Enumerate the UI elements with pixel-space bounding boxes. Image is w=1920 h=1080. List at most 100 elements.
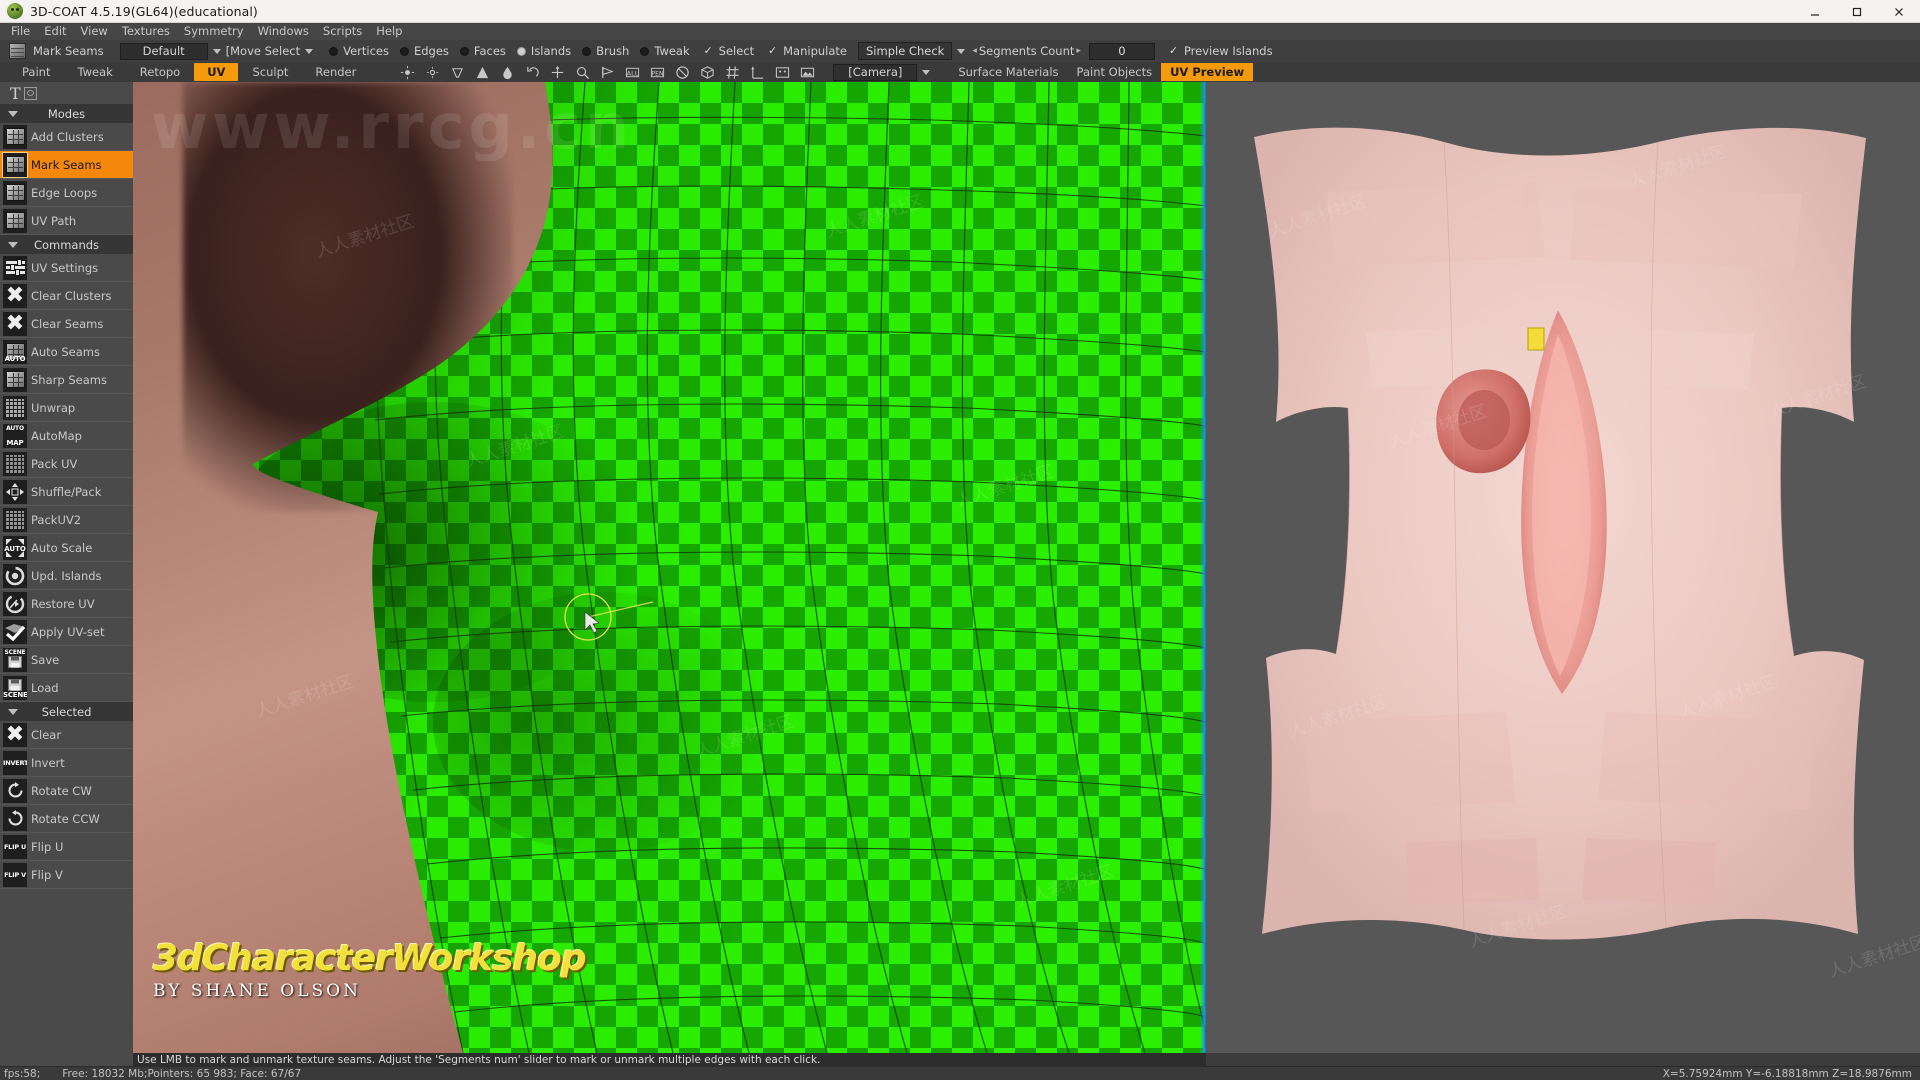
menu-item-file[interactable]: File [4, 23, 37, 40]
sidebar-item-label: Mark Seams [31, 157, 102, 172]
sidebar-item-edge-loops[interactable]: Edge Loops [0, 179, 133, 207]
checkbox-select[interactable]: ✓ Select [703, 44, 755, 58]
sidebar-item-rotate-cw[interactable]: Rotate CW [0, 777, 133, 805]
radio-icon [459, 46, 469, 56]
room-tab-paint[interactable]: Paint [9, 63, 63, 81]
preset-combo[interactable]: Default [119, 42, 208, 60]
menu-item-edit[interactable]: Edit [37, 23, 73, 40]
screen-icon[interactable] [775, 65, 790, 80]
mode-vertices[interactable]: Vertices [329, 44, 389, 58]
check-icon: ✓ [768, 43, 778, 57]
sidebar-item-uv-path[interactable]: UV Path [0, 207, 133, 235]
room-tab-sculpt[interactable]: Sculpt [239, 63, 301, 81]
sidebar-section-selected[interactable]: Selected [0, 702, 133, 721]
slider-left-arrow-icon[interactable]: ◂ [972, 46, 977, 56]
sidebar-item-rotate-ccw[interactable]: Rotate CCW [0, 805, 133, 833]
slider-right-arrow-icon[interactable]: ▸ [1076, 46, 1081, 56]
menu-item-textures[interactable]: Textures [115, 23, 177, 40]
chevron-down-icon[interactable] [957, 48, 966, 54]
checkbox-preview-islands[interactable]: ✓ Preview Islands [1168, 44, 1273, 58]
sidebar-item-flip-u[interactable]: FLIP U Flip U [0, 833, 133, 861]
close-icon[interactable] [1878, 0, 1920, 23]
undo-icon[interactable] [525, 65, 540, 80]
auto-scale-icon: AUTO [3, 535, 27, 560]
sidebar-item-uv-settings[interactable]: UV Settings [0, 254, 133, 282]
move-axis-icon[interactable] [550, 65, 565, 80]
sidebar-item-clear-seams[interactable]: ✖ Clear Seams [0, 310, 133, 338]
camera-combo[interactable]: [Camera] [833, 63, 918, 81]
plane-all-icon[interactable]: ALL [625, 65, 640, 80]
load-scene-icon: SCENE [3, 675, 27, 700]
sidebar-item-clear-clusters[interactable]: ✖ Clear Clusters [0, 282, 133, 310]
menu-item-symmetry[interactable]: Symmetry [177, 23, 251, 40]
chevron-down-icon[interactable] [922, 69, 931, 75]
check-mode-combo[interactable]: Simple Check [858, 42, 953, 60]
menu-item-help[interactable]: Help [369, 23, 409, 40]
chevron-down-icon[interactable] [305, 48, 314, 54]
minimize-icon[interactable] [1794, 0, 1836, 23]
sidebar-item-pack-uv[interactable]: Pack UV [0, 450, 133, 478]
checkbox-manipulate[interactable]: ✓ Manipulate [767, 44, 847, 58]
sidebar-item-restore-uv[interactable]: Restore UV [0, 590, 133, 618]
grid-icon[interactable] [725, 65, 740, 80]
room-tab-tweak[interactable]: Tweak [64, 63, 125, 81]
sidebar-section-commands[interactable]: Commands [0, 235, 133, 254]
box-icon[interactable] [700, 65, 715, 80]
light-icon[interactable] [400, 65, 415, 80]
shuffle-pack-icon [3, 479, 27, 504]
3d-viewport[interactable]: www.rrcg.cn 人人素材社区 人人素材社区 人人素材社区 人人素材社区 … [133, 82, 1206, 1053]
plane-pen-icon[interactable]: PEN [650, 65, 665, 80]
mode-tweak[interactable]: Tweak [640, 44, 690, 58]
sliders-icon [3, 255, 27, 280]
axis-icon[interactable] [750, 65, 765, 80]
transform-combo[interactable]: [Move Select [226, 44, 300, 58]
room-tab-render[interactable]: Render [302, 63, 369, 81]
image-icon[interactable] [800, 65, 815, 80]
sidebar-item-add-clusters[interactable]: Add Clusters [0, 123, 133, 151]
sidebar-item-upd-islands[interactable]: Upd. Islands [0, 562, 133, 590]
sidebar-item-label: Load [31, 680, 59, 695]
light-dim-icon[interactable] [425, 65, 440, 80]
sidebar-section-modes[interactable]: Modes [0, 104, 133, 123]
segments-count-input[interactable]: 0 [1088, 42, 1155, 60]
chevron-down-icon[interactable] [212, 48, 221, 54]
room-tab-uv[interactable]: UV [194, 63, 239, 81]
cone-icon[interactable] [475, 65, 490, 80]
sidebar-item-mark-seams[interactable]: Mark Seams [0, 151, 133, 179]
mode-edges-label: Edges [413, 44, 449, 58]
view-tab-uv-preview[interactable]: UV Preview [1161, 63, 1254, 81]
sidebar-item-clear[interactable]: ✖ Clear [0, 721, 133, 749]
light-spot-icon[interactable] [450, 65, 465, 80]
mode-edges[interactable]: Edges [399, 44, 449, 58]
water-drop-icon[interactable] [500, 65, 515, 80]
title-bar: 3D-COAT 4.5.19(GL64)(educational) [0, 0, 1920, 23]
menu-item-scripts[interactable]: Scripts [316, 23, 369, 40]
sidebar-item-auto-scale[interactable]: AUTO Auto Scale [0, 534, 133, 562]
sidebar-item-label: Flip V [31, 867, 63, 882]
uv-preview-panel[interactable]: 人人素材社区 人人素材社区 人人素材社区 人人素材社区 人人素材社区 人人素材社… [1206, 82, 1920, 1053]
room-tab-retopo[interactable]: Retopo [127, 63, 193, 81]
menu-item-view[interactable]: View [74, 23, 115, 40]
auto-seams-icon: AUTO [3, 339, 27, 364]
sidebar-item-flip-v[interactable]: FLIP V Flip V [0, 861, 133, 889]
sidebar-item-automap[interactable]: AUTO MAP AutoMap [0, 422, 133, 450]
sidebar-item-load[interactable]: SCENE Load [0, 674, 133, 702]
view-tab-paint-objects[interactable]: Paint Objects [1068, 63, 1162, 81]
menu-item-windows[interactable]: Windows [251, 23, 316, 40]
view-tab-surface-materials[interactable]: Surface Materials [949, 63, 1067, 81]
flag-icon[interactable] [600, 65, 615, 80]
mode-islands[interactable]: Islands [516, 44, 571, 58]
sidebar-item-save[interactable]: SCENE Save [0, 646, 133, 674]
sidebar-item-invert[interactable]: INVERT Invert [0, 749, 133, 777]
maximize-icon[interactable] [1836, 0, 1878, 23]
sidebar-item-packuv2[interactable]: PackUV2 [0, 506, 133, 534]
sidebar-item-shuffle-pack[interactable]: Shuffle/Pack [0, 478, 133, 506]
mode-brush[interactable]: Brush [582, 44, 629, 58]
sidebar-item-auto-seams[interactable]: AUTO Auto Seams [0, 338, 133, 366]
no-symmetry-icon[interactable] [675, 65, 690, 80]
sidebar-item-sharp-seams[interactable]: Sharp Seams [0, 366, 133, 394]
mode-faces[interactable]: Faces [459, 44, 506, 58]
magnifier-icon[interactable] [575, 65, 590, 80]
sidebar-item-unwrap[interactable]: Unwrap [0, 394, 133, 422]
sidebar-item-apply-uvset[interactable]: Apply UV-set [0, 618, 133, 646]
